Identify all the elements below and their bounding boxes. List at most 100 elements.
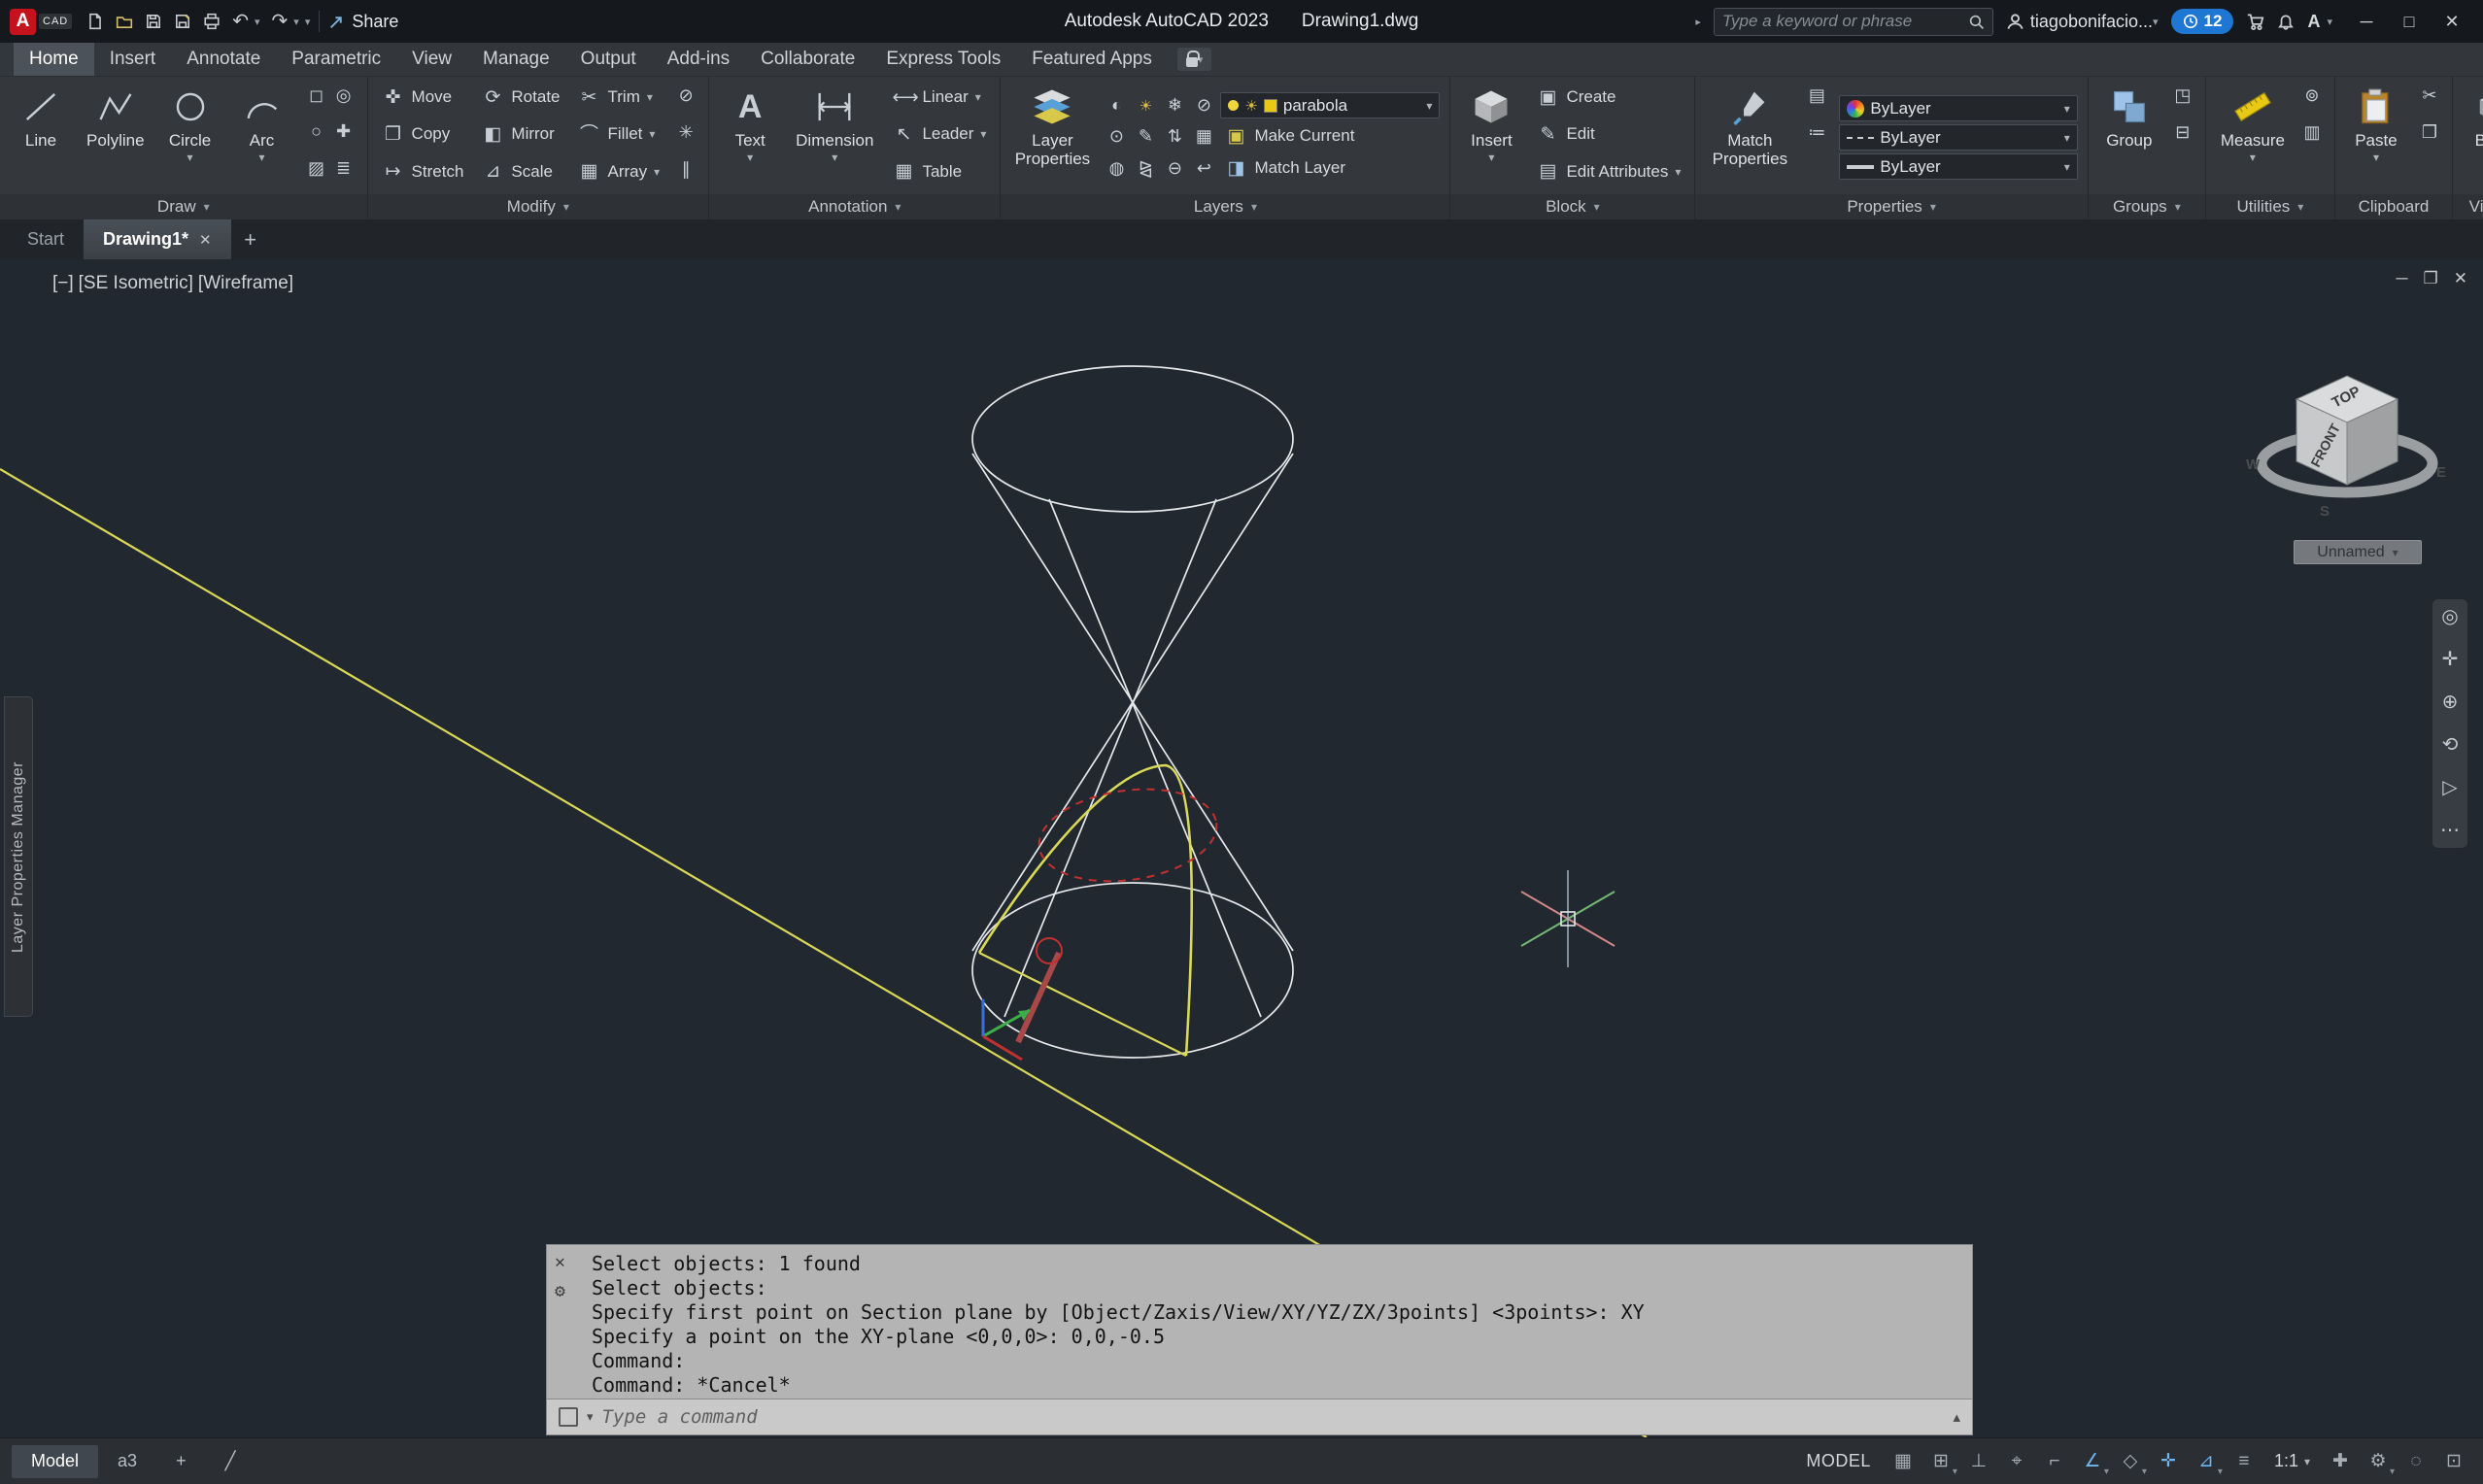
- leader-button[interactable]: ↖Leader▾: [888, 119, 990, 149]
- quick-calc-button[interactable]: ▥: [2299, 119, 2325, 145]
- tab-express-tools[interactable]: Express Tools: [870, 43, 1016, 76]
- nav-more-icon[interactable]: ⋯: [2440, 821, 2460, 840]
- ortho-toggle[interactable]: ⌐: [2037, 1445, 2072, 1478]
- properties-list-button[interactable]: ▤: [1804, 83, 1829, 108]
- drawing-restore-icon[interactable]: ❐: [2424, 269, 2438, 288]
- fillet-button[interactable]: ⌒Fillet▾: [574, 119, 664, 149]
- command-dropdown-icon[interactable]: ▾: [587, 1409, 594, 1425]
- share-button[interactable]: Share: [328, 12, 398, 32]
- tab-collaborate[interactable]: Collaborate: [745, 43, 870, 76]
- tab-insert[interactable]: Insert: [94, 43, 172, 76]
- minimize-button[interactable]: ─: [2345, 0, 2388, 43]
- mirror-button[interactable]: ◧Mirror: [477, 119, 563, 149]
- region-button[interactable]: ≣: [331, 155, 357, 181]
- annotation-scale-button[interactable]: 1:1▾: [2264, 1445, 2320, 1478]
- tab-addins[interactable]: Add-ins: [652, 43, 745, 76]
- paste-button[interactable]: Paste ▾: [2345, 83, 2407, 192]
- ellipse-button[interactable]: ○: [304, 119, 329, 145]
- linetype-dropdown[interactable]: ByLayer ▾: [1839, 124, 2077, 151]
- layer-lock-button[interactable]: ⊘: [1191, 93, 1216, 118]
- create-block-button[interactable]: ▣Create: [1532, 83, 1684, 112]
- snap-toggle[interactable]: ⊞▾: [1923, 1445, 1958, 1478]
- hatch-button[interactable]: ▨: [304, 155, 329, 181]
- new-drawing-button[interactable]: +: [231, 219, 270, 259]
- new-layout-button[interactable]: +: [156, 1445, 206, 1478]
- line-button[interactable]: Line: [10, 83, 72, 192]
- match-properties-button[interactable]: Match Properties: [1705, 83, 1794, 192]
- circle-button[interactable]: Circle ▾: [159, 83, 221, 192]
- tab-home[interactable]: Home: [14, 43, 94, 76]
- match-layer-button[interactable]: ◨Match Layer: [1220, 153, 1349, 183]
- app-menu-button[interactable]: A CAD: [10, 9, 72, 35]
- tab-output[interactable]: Output: [565, 43, 652, 76]
- command-input[interactable]: [602, 1406, 1945, 1428]
- object-color-dropdown[interactable]: ByLayer ▾: [1839, 95, 2077, 121]
- panel-title-properties[interactable]: Properties▾: [1695, 194, 2087, 219]
- layer-order-button[interactable]: ⇅: [1162, 123, 1187, 149]
- command-recent-icon[interactable]: ▴: [1953, 1408, 1960, 1426]
- model-tab[interactable]: Model: [12, 1445, 98, 1478]
- maximize-button[interactable]: □: [2388, 0, 2431, 43]
- layout-tab-a3[interactable]: a3: [98, 1445, 156, 1478]
- command-tools-icon[interactable]: ⚙: [555, 1283, 565, 1300]
- zoom-icon[interactable]: ⊕: [2442, 692, 2459, 712]
- viewcube-east-label[interactable]: E: [2436, 464, 2446, 481]
- quick-select-button[interactable]: ⊚: [2299, 83, 2325, 108]
- group-edit-button[interactable]: ⊟: [2170, 119, 2195, 145]
- drawing-minimize-icon[interactable]: ─: [2396, 269, 2407, 288]
- nav-wheel-icon[interactable]: ◎: [2441, 607, 2458, 626]
- clean-screen-toggle[interactable]: ⊡: [2436, 1445, 2471, 1478]
- trial-countdown-badge[interactable]: 12: [2171, 9, 2234, 34]
- insert-block-button[interactable]: Insert ▾: [1460, 83, 1522, 192]
- orbit-icon[interactable]: ⟲: [2442, 735, 2459, 755]
- model-space-canvas[interactable]: [−] [SE Isometric] [Wireframe] ─ ❐ ✕ TOP…: [0, 259, 2483, 1437]
- linear-button[interactable]: ⟷Linear▾: [888, 83, 990, 112]
- scale-button[interactable]: ⊿Scale: [477, 157, 563, 186]
- ribbon-pin-button[interactable]: ▾: [1177, 48, 1212, 71]
- close-button[interactable]: ✕: [2431, 0, 2473, 43]
- save-as-icon[interactable]: [174, 13, 191, 30]
- file-tab-drawing1[interactable]: Drawing1* ✕: [84, 219, 231, 259]
- lineweight-dropdown[interactable]: ByLayer ▾: [1839, 153, 2077, 180]
- tab-featured-apps[interactable]: Featured Apps: [1016, 43, 1168, 76]
- layer-states-button[interactable]: ▦: [1191, 123, 1216, 149]
- ungroup-button[interactable]: ◳: [2170, 83, 2195, 108]
- layer-merge-button[interactable]: ⧎: [1133, 155, 1158, 181]
- divide-button[interactable]: ✚: [331, 119, 357, 145]
- edit-attributes-button[interactable]: ▤Edit Attributes▾: [1532, 157, 1684, 186]
- cart-icon[interactable]: [2246, 13, 2264, 31]
- panel-title-utilities[interactable]: Utilities▾: [2206, 194, 2334, 219]
- panel-title-block[interactable]: Block▾: [1450, 194, 1694, 219]
- erase-button[interactable]: ⊘: [673, 83, 698, 108]
- move-button[interactable]: ✜Move: [378, 83, 468, 112]
- qat-customize-icon[interactable]: ▾: [305, 16, 311, 28]
- command-close-icon[interactable]: ✕: [555, 1254, 565, 1271]
- section-ellipse[interactable]: [1033, 779, 1222, 893]
- pan-icon[interactable]: ✛: [2442, 650, 2459, 669]
- titlebar-more-icon[interactable]: ▾: [2327, 16, 2332, 28]
- properties-settings-button[interactable]: ≔: [1804, 119, 1829, 145]
- osnap-toggle[interactable]: ⊿▾: [2189, 1445, 2224, 1478]
- base-button[interactable]: Base ▾: [2463, 83, 2483, 192]
- layer-dropdown[interactable]: ☀ parabola ▾: [1220, 92, 1440, 118]
- group-button[interactable]: Group: [2098, 83, 2160, 192]
- redo-dropdown-icon[interactable]: ▾: [293, 16, 299, 28]
- section-grip[interactable]: [1037, 938, 1062, 963]
- array-button[interactable]: ▦Array▾: [574, 157, 664, 186]
- layout-slash-icon[interactable]: ╱: [206, 1445, 255, 1478]
- dimension-button[interactable]: Dimension ▾: [791, 83, 878, 192]
- search-input[interactable]: [1722, 12, 1962, 31]
- panel-title-view[interactable]: View▾: [2453, 194, 2483, 219]
- panel-title-groups[interactable]: Groups▾: [2089, 194, 2205, 219]
- measure-button[interactable]: Measure ▾: [2216, 83, 2290, 192]
- redo-button[interactable]: ↷: [272, 12, 289, 31]
- polar-tracking-toggle[interactable]: ∠▾: [2075, 1445, 2110, 1478]
- tab-annotate[interactable]: Annotate: [171, 43, 276, 76]
- cut-button[interactable]: ✂: [2417, 83, 2442, 108]
- dynamic-input-toggle[interactable]: ⌖: [1999, 1445, 2034, 1478]
- view-cube[interactable]: TOP FRONT W S E: [2230, 349, 2464, 533]
- tab-view[interactable]: View: [396, 43, 467, 76]
- panel-title-annotation[interactable]: Annotation▾: [709, 194, 1000, 219]
- annotation-monitor-toggle[interactable]: ✚: [2323, 1445, 2358, 1478]
- copy-clip-button[interactable]: ❐: [2417, 119, 2442, 145]
